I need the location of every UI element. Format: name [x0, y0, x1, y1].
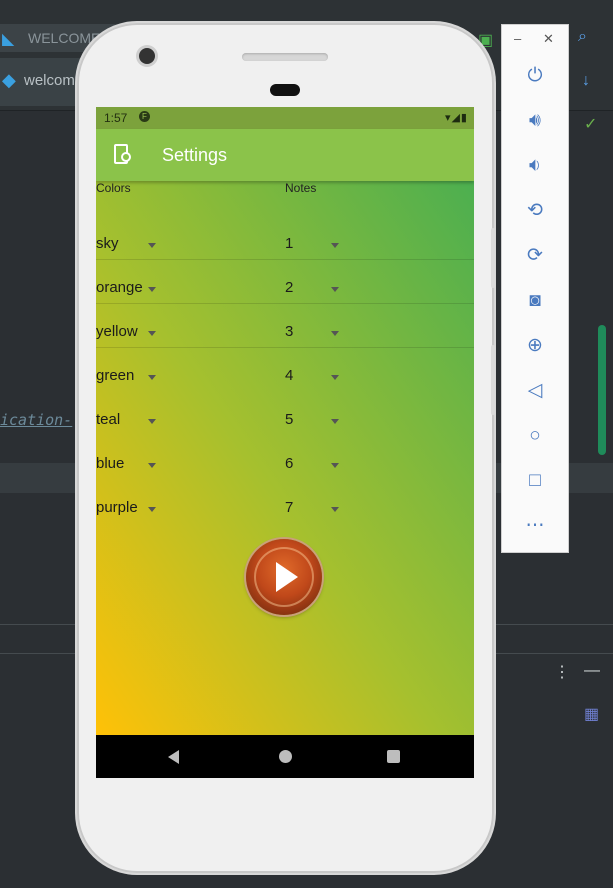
rotate-left-icon[interactable]: ⟲ [522, 198, 548, 224]
nav-home-icon[interactable] [279, 750, 292, 763]
dropdown-arrow-icon [148, 375, 156, 380]
dropdown-arrow-icon [331, 287, 339, 292]
note-dropdown-value: 3 [285, 323, 294, 340]
color-dropdown-value: green [96, 367, 135, 384]
ide-tab2-label: welcom [24, 72, 75, 89]
color-dropdown[interactable]: purple [96, 499, 160, 521]
back-icon[interactable]: ◁ [522, 378, 548, 404]
phone-frame: 1:57 F ▾◢▮ Settings Colors Notes sky 1 o… [77, 23, 495, 873]
color-dropdown-value: teal [96, 411, 121, 428]
note-dropdown-value: 7 [285, 499, 294, 516]
sensor-slot [270, 84, 300, 96]
settings-content: Colors Notes sky 1 orange 2 yellow 3 gre… [96, 181, 474, 735]
play-button[interactable] [246, 539, 322, 615]
phone-screen: 1:57 F ▾◢▮ Settings Colors Notes sky 1 o… [96, 107, 474, 778]
dropdown-arrow-icon [148, 243, 156, 248]
dropdown-arrow-icon [148, 507, 156, 512]
earpiece-speaker [242, 53, 328, 61]
note-dropdown[interactable]: 2 [285, 279, 341, 301]
dropdown-arrow-icon [331, 463, 339, 468]
flutter-icon: ◣ [2, 31, 15, 48]
dropdown-arrow-icon [148, 463, 156, 468]
note-dropdown[interactable]: 1 [285, 235, 341, 257]
dropdown-arrow-icon [331, 507, 339, 512]
volume-up-icon[interactable]: 🔊︎ [522, 108, 548, 134]
minimize-window-icon[interactable]: – [514, 31, 521, 46]
note-dropdown-value: 5 [285, 411, 294, 428]
note-dropdown-value: 2 [285, 279, 294, 296]
color-dropdown-value: orange [96, 279, 143, 296]
home-icon[interactable]: ○ [522, 423, 548, 449]
front-camera [139, 48, 155, 64]
android-nav-bar [96, 735, 474, 778]
dropdown-arrow-icon [331, 375, 339, 380]
checkmark-icon[interactable]: ✓ [584, 114, 597, 134]
color-dropdown[interactable]: green [96, 367, 160, 389]
phone-side-button [491, 228, 495, 288]
dropdown-arrow-icon [148, 419, 156, 424]
colors-column-header: Colors [96, 181, 131, 195]
status-icons: ▾◢▮ [444, 112, 468, 124]
emulator-toolbar: – ✕ ⏻ 🔊︎ 🔉︎ ⟲ ⟳ ◙ ⊕ ◁ ○ □ ⋯ [501, 24, 569, 553]
dart-icon: ◆ [2, 70, 16, 90]
note-dropdown[interactable]: 4 [285, 367, 341, 389]
color-dropdown[interactable]: yellow [96, 323, 160, 345]
status-time: 1:57 [104, 111, 128, 125]
note-dropdown-value: 4 [285, 367, 294, 384]
settings-phone-icon [114, 144, 131, 164]
status-bar: 1:57 F ▾◢▮ [96, 107, 474, 129]
note-dropdown-value: 1 [285, 235, 294, 252]
notes-column-header: Notes [285, 181, 317, 195]
ide-scrollbar[interactable] [598, 325, 606, 455]
note-dropdown[interactable]: 3 [285, 323, 341, 345]
phone-side-button [491, 345, 495, 415]
row-divider [96, 303, 474, 304]
more-icon[interactable]: ⋯ [522, 513, 548, 539]
app-bar: Settings [96, 129, 474, 181]
minimize-icon[interactable]: — [584, 662, 600, 680]
color-dropdown-value: yellow [96, 323, 138, 340]
dropdown-arrow-icon [148, 331, 156, 336]
color-dropdown-value: sky [96, 235, 119, 252]
search-icon[interactable]: ⌕ [578, 28, 587, 46]
download-arrow-icon[interactable]: ↓ [582, 72, 590, 90]
note-dropdown-value: 6 [285, 455, 294, 472]
power-icon[interactable]: ⏻ [522, 63, 548, 89]
color-dropdown-value: purple [96, 499, 138, 516]
color-dropdown[interactable]: orange [96, 279, 160, 301]
row-divider [96, 347, 474, 348]
dropdown-arrow-icon [148, 287, 156, 292]
nav-back-icon[interactable] [168, 750, 179, 764]
volume-down-icon[interactable]: 🔉︎ [522, 153, 548, 179]
dropdown-arrow-icon [331, 419, 339, 424]
flutter-debug-icon: F [139, 111, 150, 122]
color-dropdown[interactable]: teal [96, 411, 160, 433]
dropdown-arrow-icon [331, 331, 339, 336]
close-window-icon[interactable]: ✕ [543, 31, 554, 47]
note-dropdown[interactable]: 5 [285, 411, 341, 433]
rotate-right-icon[interactable]: ⟳ [522, 243, 548, 269]
ide-code-fragment: ication- [0, 411, 73, 429]
layout-icon[interactable]: ▦ [584, 704, 599, 724]
row-divider [96, 259, 474, 260]
overview-icon[interactable]: □ [522, 468, 548, 494]
play-icon [276, 562, 298, 592]
color-dropdown-value: blue [96, 455, 125, 472]
zoom-icon[interactable]: ⊕ [522, 333, 548, 359]
note-dropdown[interactable]: 7 [285, 499, 341, 521]
note-dropdown[interactable]: 6 [285, 455, 341, 477]
color-dropdown[interactable]: blue [96, 455, 160, 477]
more-vertical-icon[interactable]: ⋮ [554, 662, 570, 682]
camera-icon[interactable]: ◙ [522, 288, 548, 314]
page-title: Settings [162, 145, 228, 165]
nav-recents-icon[interactable] [387, 750, 400, 763]
color-dropdown[interactable]: sky [96, 235, 160, 257]
dropdown-arrow-icon [331, 243, 339, 248]
ide-tab-label: WELCOME [28, 30, 101, 46]
